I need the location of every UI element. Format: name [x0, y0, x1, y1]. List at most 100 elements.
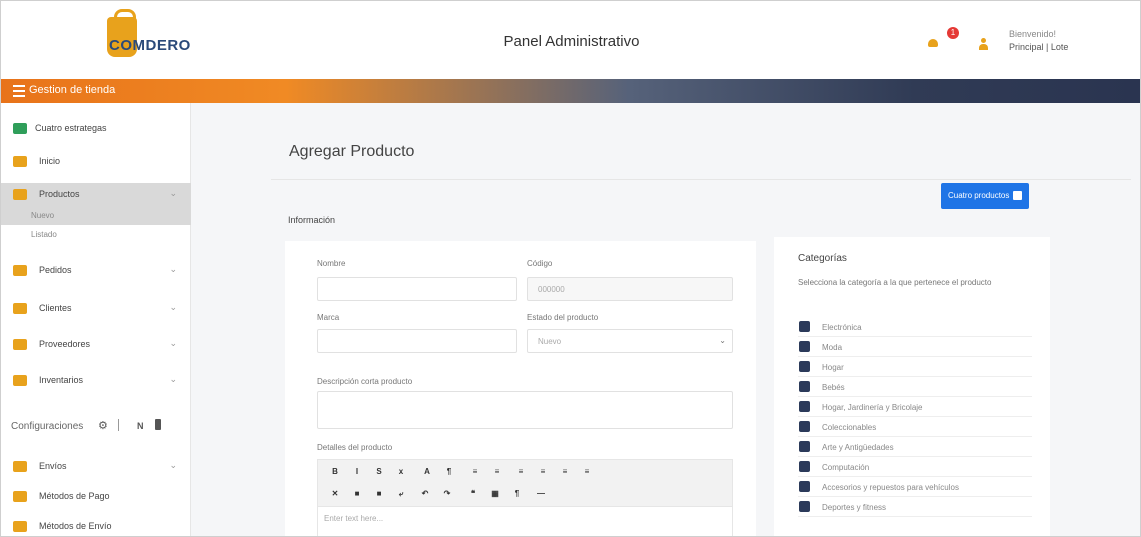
horizontal-rule-button[interactable]: —	[534, 489, 548, 501]
sidebar-item-label: Proveedores	[39, 339, 91, 349]
chevron-down-icon: ⌄	[169, 302, 177, 312]
palette-icon	[799, 441, 810, 452]
trash-icon[interactable]	[155, 419, 161, 430]
details-editor[interactable]: Enter text here...	[317, 507, 733, 536]
align-right-button[interactable]: ≡	[558, 467, 572, 479]
sidebar-item-pedidos[interactable]: Pedidos ⌄	[1, 259, 191, 283]
gear-icon[interactable]: ⚙	[98, 419, 108, 432]
code-input[interactable]: 000000	[527, 277, 733, 301]
brand-label: Marca	[317, 313, 340, 322]
sidebar-item-envios[interactable]: Envíos ⌄	[1, 455, 191, 479]
align-center-button[interactable]: ≡	[536, 467, 550, 479]
category-item[interactable]: Moda	[798, 337, 1032, 357]
home-goods-icon	[799, 361, 810, 372]
box-icon	[13, 189, 27, 200]
header: COMDERO Panel Administrativo 1 Bienvenid…	[1, 1, 1140, 79]
bold-button[interactable]: B	[328, 467, 342, 479]
status-select[interactable]: Nuevo ⌄	[527, 329, 733, 353]
products-button[interactable]: Cuatro productos	[941, 183, 1029, 209]
category-label: Moda	[822, 343, 843, 352]
user-icon[interactable]	[978, 38, 988, 50]
submenu-item-listado[interactable]: Listado	[31, 230, 57, 239]
strikethrough-button[interactable]: S	[372, 467, 386, 479]
category-item[interactable]: Arte y Antigüedades	[798, 437, 1032, 457]
undo-button[interactable]: ↶	[418, 489, 432, 501]
link-button[interactable]: ⤶	[394, 489, 408, 501]
category-item[interactable]: Bebés	[798, 377, 1032, 397]
redo-button[interactable]: ↷	[440, 489, 454, 501]
category-item[interactable]: Computación	[798, 457, 1032, 477]
code-label: Código	[527, 259, 553, 268]
sidebar-item-label: Pedidos	[39, 265, 72, 275]
clear-format-button[interactable]: x	[394, 467, 408, 479]
quote-button[interactable]: ❝	[466, 489, 480, 501]
align-justify-button[interactable]: ≡	[580, 467, 594, 479]
sidebar-item-inventarios[interactable]: Inventarios ⌄	[1, 369, 191, 393]
sidebar: Cuatro estrategas Inicio Productos ⌄ Nue…	[1, 103, 191, 536]
short-description-textarea[interactable]	[317, 391, 733, 429]
category-label: Computación	[822, 463, 870, 472]
chevron-down-icon: ⌄	[169, 188, 177, 198]
user-greeting: Bienvenido!	[1009, 29, 1057, 39]
image-button[interactable]: ■	[350, 489, 364, 501]
header-title: Panel Administrativo	[503, 33, 640, 50]
laptop-icon	[799, 461, 810, 472]
store-icon	[13, 123, 27, 134]
divider	[118, 419, 119, 431]
sidebar-item-store[interactable]: Cuatro estrategas	[1, 117, 191, 141]
truck-icon	[13, 339, 27, 350]
collectibles-icon	[799, 421, 810, 432]
sidebar-item-label: Métodos de Envío	[39, 521, 112, 531]
status-label: Estado del producto	[527, 313, 599, 322]
bell-icon[interactable]	[928, 39, 938, 47]
brand-input[interactable]	[317, 329, 517, 353]
payment-icon	[13, 491, 27, 502]
category-label: Electrónica	[822, 323, 862, 332]
category-item[interactable]: Coleccionables	[798, 417, 1032, 437]
menu-icon[interactable]	[13, 85, 25, 97]
garden-icon	[799, 401, 810, 412]
category-item[interactable]: Hogar	[798, 357, 1032, 377]
list-button[interactable]: ≡	[490, 467, 504, 479]
sidebar-item-proveedores[interactable]: Proveedores ⌄	[1, 333, 191, 357]
category-label: Hogar, Jardinería y Bricolaje	[822, 403, 923, 412]
category-item[interactable]: Accesorios y repuestos para vehículos	[798, 477, 1032, 497]
remove-button[interactable]: ✕	[328, 489, 342, 501]
editor-toolbar: B I S x A ¶ ≡ ≡ ≡ ≡ ≡ ≡ ✕ ■ ■ ⤶ ↶ ↷ ❝ ▦ …	[317, 459, 733, 507]
sports-icon	[799, 501, 810, 512]
store-management-bar: Gestion de tienda	[1, 79, 1140, 103]
short-description-label: Descripción corta producto	[317, 377, 413, 386]
shipping-icon	[13, 461, 27, 472]
sidebar-item-clientes[interactable]: Clientes ⌄	[1, 297, 191, 321]
sidebar-item-productos[interactable]: Productos ⌄	[1, 183, 191, 209]
category-item[interactable]: Hogar, Jardinería y Bricolaje	[798, 397, 1032, 417]
font-color-button[interactable]: A	[420, 467, 434, 479]
video-button[interactable]: ■	[372, 489, 386, 501]
sidebar-item-metodos-envio[interactable]: Métodos de Envío	[1, 515, 191, 536]
sidebar-item-inicio[interactable]: Inicio	[1, 150, 191, 174]
category-item[interactable]: Deportes y fitness	[798, 497, 1032, 517]
submenu-item-nuevo[interactable]: Nuevo	[31, 211, 54, 220]
name-input[interactable]	[317, 277, 517, 301]
sidebar-item-label: Inicio	[39, 156, 61, 166]
align-left-button[interactable]: ≡	[514, 467, 528, 479]
table-button[interactable]: ▦	[488, 489, 502, 501]
main-content: Agregar Producto Cuatro productos Inform…	[191, 103, 1140, 536]
italic-button[interactable]: I	[350, 467, 364, 479]
car-icon	[799, 481, 810, 492]
products-button-label: Cuatro productos	[948, 191, 1010, 200]
paragraph-button[interactable]: ¶	[442, 467, 456, 479]
category-item[interactable]: Electrónica	[798, 317, 1032, 337]
chevron-down-icon: ⌄	[169, 460, 177, 470]
toolbar-icon[interactable]: N	[137, 421, 144, 431]
list-button[interactable]: ≡	[468, 467, 482, 479]
paragraph-button[interactable]: ¶	[510, 489, 524, 501]
baby-icon	[799, 381, 810, 392]
electronics-icon	[799, 321, 810, 332]
submenu-active-row	[1, 209, 191, 225]
sidebar-item-metodos-pago[interactable]: Métodos de Pago	[1, 485, 191, 509]
shirt-icon	[799, 341, 810, 352]
store-management-label[interactable]: Gestion de tienda	[29, 84, 115, 96]
product-form: Nombre Código 000000 Marca Estado del pr…	[285, 241, 756, 536]
app-window: COMDERO Panel Administrativo 1 Bienvenid…	[0, 0, 1141, 537]
